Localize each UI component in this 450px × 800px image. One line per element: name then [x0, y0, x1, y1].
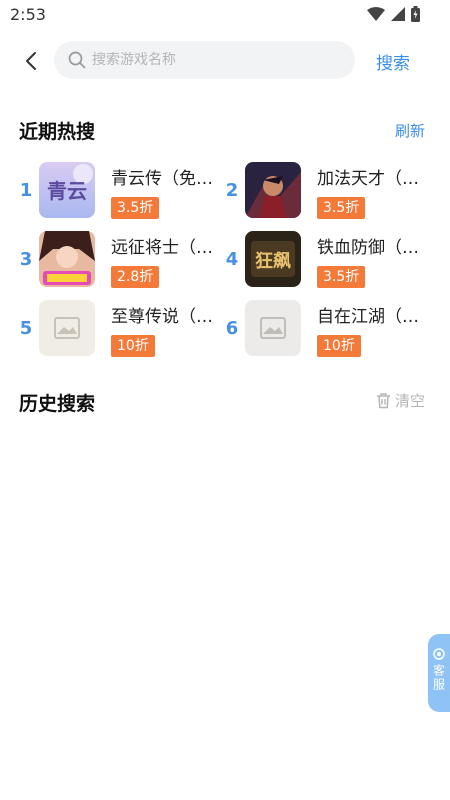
search-box[interactable] [54, 41, 355, 79]
hot-game-name: 铁血防御（… [317, 238, 419, 258]
discount-badge: 10折 [317, 335, 361, 357]
clear-history-button[interactable]: 清空 [375, 390, 425, 411]
placeholder-image-icon [39, 300, 95, 356]
status-time: 2:53 [10, 5, 46, 24]
game-qingyun-icon: 青云 [39, 162, 95, 218]
hot-rank: 6 [225, 318, 239, 339]
search-icon [68, 51, 86, 69]
hot-search-title: 近期热搜 [19, 121, 96, 143]
hot-item[interactable]: 5 至尊传说（… 10折 [19, 300, 229, 360]
hot-game-name: 青云传（免… [111, 169, 213, 189]
history-title: 历史搜索 [19, 393, 96, 415]
discount-badge: 3.5折 [111, 197, 160, 219]
hot-game-name: 加法天才（… [317, 169, 419, 189]
signal-icon [391, 7, 405, 21]
hot-item[interactable]: 4 狂飙 铁血防御（… 3.5折 [225, 231, 435, 291]
hot-rank: 3 [19, 249, 33, 270]
service-label: 客服 [431, 664, 446, 692]
trash-icon [376, 393, 390, 409]
hot-rank: 2 [225, 180, 239, 201]
hot-item[interactable]: 3 远征将士（… 2.8折 [19, 231, 229, 291]
status-icons [367, 6, 420, 22]
game-jiafa-icon [245, 162, 301, 218]
discount-badge: 3.5折 [317, 197, 366, 219]
game-yuanzheng-icon [39, 231, 95, 287]
hot-game-name: 远征将士（… [111, 238, 213, 258]
discount-badge: 10折 [111, 335, 155, 357]
hot-item[interactable]: 2 加法天才（… 3.5折 [225, 162, 435, 222]
placeholder-image-icon [245, 300, 301, 356]
game-tiexue-icon: 狂飙 [245, 231, 301, 287]
svg-text:狂飙: 狂飙 [255, 250, 291, 272]
status-bar: 2:53 [0, 0, 450, 30]
hot-item[interactable]: 6 自在江湖（… 10折 [225, 300, 435, 360]
hot-rank: 1 [19, 180, 33, 201]
battery-icon [411, 6, 420, 22]
hot-item[interactable]: 1 青云 青云传（免… 3.5折 [19, 162, 229, 222]
customer-service-button[interactable]: 客服 [428, 634, 450, 712]
search-input[interactable] [92, 52, 332, 68]
hot-game-name: 自在江湖（… [317, 307, 419, 327]
back-button[interactable] [16, 46, 46, 76]
discount-badge: 3.5折 [317, 266, 366, 288]
hot-rank: 5 [19, 318, 33, 339]
svg-text:青云: 青云 [47, 179, 87, 203]
clear-label: 清空 [394, 392, 425, 410]
hot-game-name: 至尊传说（… [111, 307, 213, 327]
discount-badge: 2.8折 [111, 266, 160, 288]
service-icon [433, 648, 445, 660]
search-button[interactable]: 搜索 [376, 49, 410, 74]
hot-rank: 4 [225, 249, 239, 270]
chevron-left-icon [26, 52, 36, 70]
refresh-button[interactable]: 刷新 [395, 120, 425, 141]
wifi-icon [367, 7, 385, 21]
